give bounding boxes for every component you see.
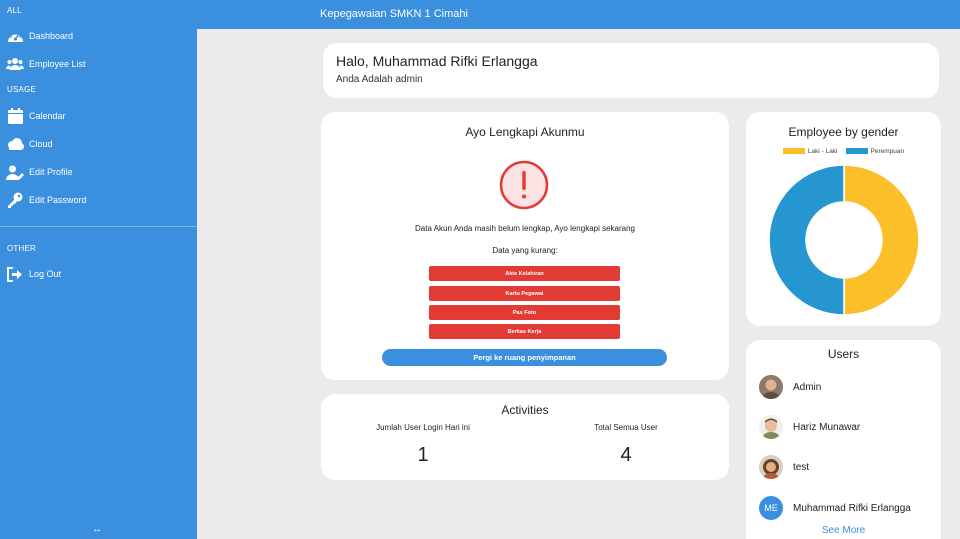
users-card: Users Admin Hariz Munawar test ME Muhamm… bbox=[746, 340, 941, 539]
login-today-label: Jumlah User Login Hari ini bbox=[376, 423, 470, 432]
missing-item-akte-kelahiran[interactable]: Akte Kelahiran bbox=[429, 266, 620, 281]
avatar bbox=[759, 375, 783, 399]
user-name: Hariz Munawar bbox=[793, 421, 861, 433]
legend-swatch bbox=[845, 148, 868, 155]
legend-item-male[interactable]: Laki - Laki bbox=[782, 148, 838, 155]
sidebar-item-label: Calendar bbox=[29, 111, 66, 121]
donut-slice-laki-laki[interactable] bbox=[843, 164, 920, 316]
calendar-icon bbox=[6, 107, 24, 125]
greeting-card: Halo, Muhammad Rifki Erlangga Anda Adala… bbox=[323, 43, 939, 98]
account-message: Data Akun Anda masih belum lengkap, Ayo … bbox=[415, 224, 635, 233]
total-users-label: Total Semua User bbox=[594, 423, 658, 432]
dashboard-icon bbox=[6, 27, 24, 45]
chart-legend: Laki - Laki Perempuan bbox=[746, 148, 941, 155]
account-completion-card: Ayo Lengkapi Akunmu Data Akun Anda masih… bbox=[321, 112, 729, 380]
user-item[interactable]: ME Muhammad Rifki Erlangga bbox=[759, 495, 911, 521]
login-today-value: 1 bbox=[417, 444, 429, 466]
sidebar-item-label: Employee List bbox=[29, 59, 86, 69]
sidebar-resize-handle[interactable]: ↔ bbox=[92, 524, 102, 535]
missing-item-berkas-kerja[interactable]: Berkas Kerja bbox=[429, 324, 620, 339]
sidebar-item-calendar[interactable]: Calendar bbox=[0, 103, 197, 129]
sidebar-item-label: Edit Profile bbox=[29, 167, 73, 177]
legend-swatch bbox=[782, 148, 805, 155]
missing-data-label: Data yang kurang: bbox=[492, 246, 558, 255]
section-all-label: ALL bbox=[7, 6, 22, 15]
warning-icon bbox=[499, 160, 549, 210]
users-icon bbox=[6, 55, 24, 73]
missing-item-kartu-pegawai[interactable]: Kartu Pegawai bbox=[429, 286, 620, 301]
user-item[interactable]: Hariz Munawar bbox=[759, 414, 860, 440]
total-users-stat: Total Semua User 4 bbox=[551, 423, 701, 467]
section-other-label: OTHER bbox=[7, 244, 36, 253]
sidebar-item-edit-profile[interactable]: Edit Profile bbox=[0, 159, 197, 185]
top-bar: Kepegawaian SMKN 1 Cimahi bbox=[197, 0, 960, 29]
greeting-role: Anda Adalah admin bbox=[336, 74, 423, 85]
activities-card: Activities Jumlah User Login Hari ini 1 … bbox=[321, 394, 729, 480]
sidebar-item-label: Edit Password bbox=[29, 195, 87, 205]
sidebar-item-cloud[interactable]: Cloud bbox=[0, 131, 197, 157]
user-name: Admin bbox=[793, 381, 822, 393]
section-usage-label: USAGE bbox=[7, 85, 37, 94]
sidebar-item-employee-list[interactable]: Employee List bbox=[0, 51, 197, 77]
sidebar-item-label: Log Out bbox=[29, 269, 62, 279]
legend-label: Laki - Laki bbox=[807, 148, 838, 155]
sidebar-item-label: Cloud bbox=[29, 139, 53, 149]
gender-chart-title: Employee by gender bbox=[788, 125, 899, 139]
key-icon bbox=[6, 191, 24, 209]
total-users-value: 4 bbox=[620, 444, 632, 466]
legend-item-female[interactable]: Perempuan bbox=[845, 148, 905, 155]
legend-label: Perempuan bbox=[870, 148, 905, 155]
app-title: Kepegawaian SMKN 1 Cimahi bbox=[320, 8, 468, 20]
sidebar-divider bbox=[0, 226, 197, 227]
user-name: Muhammad Rifki Erlangga bbox=[793, 502, 911, 514]
cloud-icon bbox=[6, 135, 24, 153]
activities-title: Activities bbox=[501, 403, 549, 417]
sidebar: ALL Dashboard Employee List USAGE Calend… bbox=[0, 0, 197, 539]
gender-chart-card: Employee by gender Laki - Laki Perempuan bbox=[746, 112, 941, 326]
go-to-storage-button[interactable]: Pergi ke ruang penyimpanan bbox=[382, 349, 667, 366]
logout-icon bbox=[6, 265, 24, 283]
sidebar-item-edit-password[interactable]: Edit Password bbox=[0, 187, 197, 213]
user-item[interactable]: test bbox=[759, 454, 809, 480]
gender-donut-chart bbox=[768, 164, 920, 316]
users-title: Users bbox=[827, 347, 860, 361]
login-today-stat: Jumlah User Login Hari ini 1 bbox=[348, 423, 498, 467]
user-name: test bbox=[793, 461, 810, 473]
user-item[interactable]: Admin bbox=[759, 374, 821, 400]
donut-slice-perempuan[interactable] bbox=[768, 164, 845, 316]
avatar-initials: ME bbox=[759, 496, 783, 520]
greeting-name: Halo, Muhammad Rifki Erlangga bbox=[336, 53, 538, 69]
account-card-title: Ayo Lengkapi Akunmu bbox=[465, 125, 585, 139]
sidebar-item-log-out[interactable]: Log Out bbox=[0, 261, 197, 287]
user-edit-icon bbox=[6, 163, 24, 181]
see-more-link[interactable]: See More bbox=[746, 525, 941, 536]
avatar bbox=[759, 455, 783, 479]
missing-item-pas-foto[interactable]: Pas Foto bbox=[429, 305, 620, 320]
sidebar-item-label: Dashboard bbox=[29, 31, 74, 41]
sidebar-item-dashboard[interactable]: Dashboard bbox=[0, 23, 197, 49]
avatar bbox=[759, 415, 783, 439]
